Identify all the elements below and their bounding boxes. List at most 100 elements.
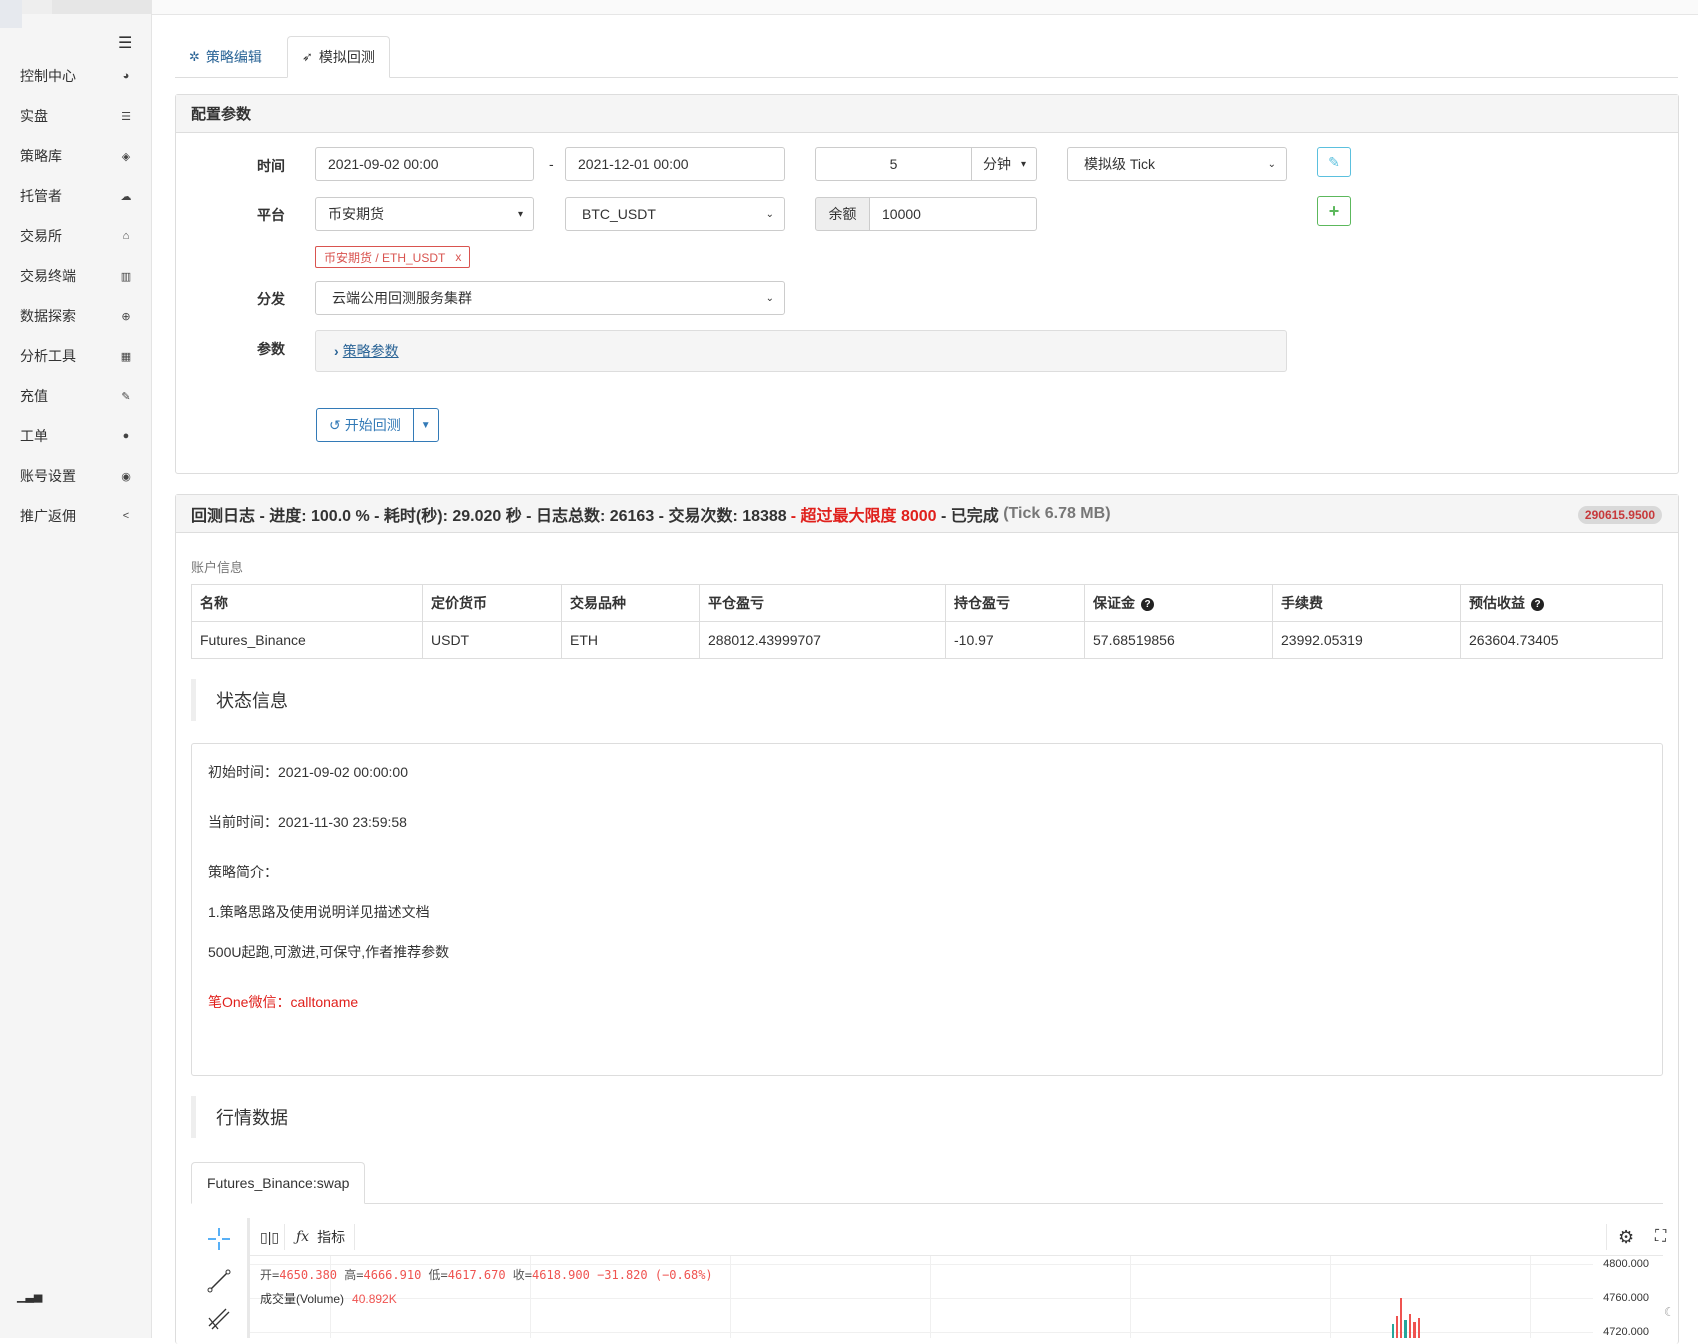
dashboard-icon: ◕: [122, 70, 130, 82]
moon-icon[interactable]: ☾: [1664, 1305, 1675, 1319]
sidebar-item-exchange[interactable]: 交易所 ⌂: [0, 216, 152, 256]
status-line: 初始时间：2021-09-02 00:00:00: [208, 764, 408, 780]
table-row: Futures_Binance USDT ETH 288012.43999707…: [191, 621, 1663, 659]
y-tick-label: 4720.000: [1603, 1326, 1649, 1338]
fullscreen-icon[interactable]: ⛶: [1655, 1218, 1666, 1256]
candle: [1409, 1314, 1411, 1338]
wrench-button[interactable]: ✎: [1317, 147, 1351, 177]
bank-icon: ⌂: [122, 230, 130, 242]
close-value: 4618.900: [532, 1268, 590, 1282]
tick-mode-select[interactable]: 模拟级 Tick ⌄: [1067, 147, 1287, 181]
col-closed-pnl: 平仓盈亏: [699, 584, 946, 622]
col-symbol: 交易品种: [561, 584, 700, 622]
chevron-down-icon: ⌄: [765, 208, 774, 220]
y-tick-label: 4760.000: [1603, 1292, 1649, 1304]
sidebar-item-trading-terminal[interactable]: 交易终端 ▥: [0, 256, 152, 296]
sidebar-item-label: 数据探索: [20, 308, 76, 324]
drawing-tools: [191, 1218, 247, 1338]
symbol-value: BTC_USDT: [582, 206, 656, 222]
function-icon: ƒx: [296, 1229, 310, 1245]
sidebar-item-strategy-library[interactable]: 策略库 ◈: [0, 136, 152, 176]
end-time-value: 2021-12-01 00:00: [578, 156, 689, 172]
settings-gear-icon[interactable]: ⚙: [1618, 1218, 1634, 1256]
header-label: 持仓盈亏: [954, 595, 1010, 611]
cell-closed-pnl: 288012.43999707: [699, 621, 946, 659]
volume-legend: 成交量(Volume) 40.892K: [260, 1290, 397, 1307]
hamburger-icon[interactable]: ☰: [118, 33, 132, 53]
strategy-params-box: › 策略参数: [315, 330, 1287, 372]
period-unit-dropdown[interactable]: 分钟 ▾: [971, 147, 1037, 181]
sidebar-item-label: 交易终端: [20, 268, 76, 284]
period-input[interactable]: 5: [815, 147, 972, 181]
high-value: 4666.910: [363, 1268, 422, 1282]
sidebar-item-label: 分析工具: [20, 348, 76, 364]
start-time-input[interactable]: 2021-09-02 00:00: [315, 147, 534, 181]
col-position-pnl: 持仓盈亏: [945, 584, 1085, 622]
toolbar-separator: [1606, 1224, 1607, 1250]
sidebar-item-recharge[interactable]: 充值 ✎: [0, 376, 152, 416]
grid-line: [930, 1256, 931, 1338]
sidebar-item-ticket[interactable]: 工单 ●: [0, 416, 152, 456]
status-line-contact: 笔One微信：calltoname: [208, 994, 359, 1010]
market-tab[interactable]: Futures_Binance:swap: [191, 1162, 366, 1204]
status-line: 策略简介：: [208, 864, 278, 880]
platform-label: 平台: [257, 207, 285, 223]
header-label: 定价货币: [431, 595, 487, 611]
dispatch-value: 云端公用回测服务集群: [332, 290, 472, 306]
cell-position-pnl: -10.97: [945, 621, 1085, 659]
cell-fee: 23992.05319: [1272, 621, 1461, 659]
tab-label: 模拟回测: [318, 49, 375, 65]
caret-down-icon: ▼: [420, 419, 431, 431]
question-circle-icon[interactable]: ?: [1531, 598, 1544, 611]
sidebar-item-analysis-tools[interactable]: 分析工具 ▦: [0, 336, 152, 376]
end-time-input[interactable]: 2021-12-01 00:00: [565, 147, 785, 181]
status-line: 1.策略思路及使用说明详见描述文档: [208, 904, 430, 920]
start-backtest-button[interactable]: ↺ 开始回测: [317, 409, 414, 441]
tab-strategy-edit[interactable]: ✲ 策略编辑: [175, 36, 276, 78]
candle-type-button[interactable]: ▯|▯: [260, 1218, 279, 1256]
remove-pair-button[interactable]: x: [455, 250, 461, 264]
open-label: 开=: [260, 1268, 280, 1282]
fib-tool-icon[interactable]: [206, 1306, 232, 1332]
balance-input[interactable]: 10000: [869, 197, 1037, 231]
grid-line: [1530, 1256, 1531, 1338]
col-margin: 保证金?: [1084, 584, 1273, 622]
sidebar-item-account-settings[interactable]: 账号设置 ◉: [0, 456, 152, 496]
question-circle-icon[interactable]: ?: [1141, 598, 1154, 611]
sidebar-top-bar: [52, 0, 152, 14]
sidebar-item-data-explore[interactable]: 数据探索 ⊕: [0, 296, 152, 336]
change-value: −31.820 (−0.68%): [597, 1268, 713, 1282]
start-backtest-dropdown[interactable]: ▼: [414, 409, 438, 441]
crosshair-icon[interactable]: [206, 1226, 232, 1252]
start-backtest-label: 开始回测: [344, 417, 401, 433]
dispatch-select[interactable]: 云端公用回测服务集群 ⌄: [315, 281, 785, 315]
sidebar-item-live[interactable]: 实盘 ☰: [0, 96, 152, 136]
indicator-button[interactable]: ƒx 指标: [296, 1218, 345, 1256]
log-size: (Tick 6.78 MB): [1003, 504, 1111, 522]
account-info-label: 账户信息: [191, 560, 244, 575]
pair-tag-label: 币安期货 / ETH_USDT: [324, 250, 446, 265]
tab-backtest[interactable]: ➶ 模拟回测: [287, 36, 390, 78]
exchange-dropdown[interactable]: 币安期货 ▾: [315, 197, 534, 231]
strategy-params-link[interactable]: 策略参数: [343, 341, 399, 361]
symbol-select[interactable]: BTC_USDT ⌄: [565, 197, 785, 231]
range-separator: -: [549, 156, 554, 172]
comment-icon: ●: [122, 430, 130, 442]
add-pair-button[interactable]: +: [1317, 196, 1351, 226]
market-section-title: 行情数据: [191, 1096, 288, 1138]
log-title: 回测日志 - 进度: 100.0 % - 耗时(秒): 29.020 秒 - 日…: [191, 507, 787, 525]
account-table: 名称 定价货币 交易品种 平仓盈亏 持仓盈亏 保证金? 手续费 预估收益? Fu…: [191, 584, 1663, 659]
chart-plot-area[interactable]: 开=4650.380 高=4666.910 低=4617.670 收=4618.…: [247, 1256, 1663, 1338]
chevron-down-icon: ⌄: [1267, 158, 1276, 170]
trend-line-icon[interactable]: [206, 1268, 232, 1294]
header-label: 名称: [200, 595, 228, 611]
signal-icon: ▁▃▅: [17, 1291, 43, 1303]
sidebar-item-referral[interactable]: 推广返佣 <: [0, 496, 152, 536]
low-value: 4617.670: [447, 1268, 506, 1282]
header-label: 预估收益: [1469, 595, 1525, 611]
status-line: 500U起跑,可激进,可保守,作者推荐参数: [208, 944, 450, 960]
sidebar-item-dashboard[interactable]: 控制中心 ◕: [0, 56, 152, 96]
backtest-log-header: 回测日志 - 进度: 100.0 % - 耗时(秒): 29.020 秒 - 日…: [176, 495, 1678, 533]
sidebar-item-custodian[interactable]: 托管者 ☁: [0, 176, 152, 216]
low-label: 低=: [428, 1268, 448, 1282]
